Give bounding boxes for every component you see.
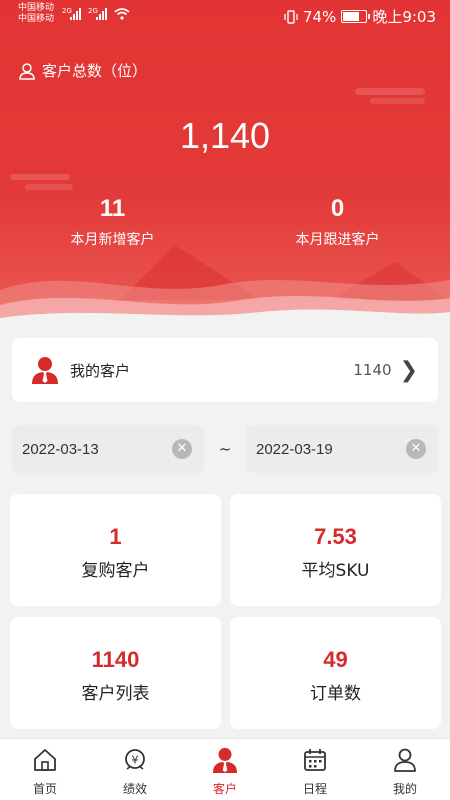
title-label: 客户总数（位）	[42, 62, 148, 80]
performance-icon: ¥	[125, 749, 145, 770]
stat-label: 本月新增客户	[70, 232, 155, 248]
tile-repeat-customers[interactable]: 1 复购客户	[10, 494, 221, 606]
clear-start-date-icon[interactable]: ✕	[172, 439, 192, 459]
customer-avatar-icon	[32, 357, 58, 384]
start-date-value: 2022-03-13	[22, 440, 99, 458]
customer-icon	[212, 747, 238, 773]
tab-profile[interactable]: 我的	[360, 739, 450, 800]
tab-schedule[interactable]: 日程	[270, 739, 360, 800]
calendar-icon	[304, 749, 326, 771]
clock: 晚上9:03	[372, 8, 436, 26]
tab-label: 绩效	[122, 782, 147, 796]
tile-label: 复购客户	[81, 561, 150, 581]
user-outline-icon	[19, 62, 35, 80]
tile-average-sku[interactable]: 7.53 平均SKU	[230, 494, 441, 606]
tab-label: 日程	[302, 782, 327, 796]
signal-icon	[70, 8, 81, 20]
tile-value: 49	[323, 647, 348, 672]
stat-new-customers: 11 本月新增客户	[0, 195, 225, 249]
tile-label: 平均SKU	[301, 561, 370, 581]
tile-value: 7.53	[314, 524, 357, 549]
start-date-field[interactable]: 2022-03-13 ✕	[12, 425, 204, 473]
bottom-tab-bar: 首页 ¥ 绩效 客户 日程 我的	[0, 738, 450, 800]
wifi-icon	[114, 8, 130, 20]
vibrate-icon	[284, 9, 298, 24]
stat-label: 本月跟进客户	[295, 232, 380, 248]
stat-value: 11	[99, 195, 126, 222]
customer-total-title: 客户总数（位）	[18, 60, 147, 81]
stat-followed-customers: 0 本月跟进客户	[225, 195, 450, 249]
status-bar: 中国移动 中国移动 2G 2G 74% 晚上9:03	[0, 0, 450, 32]
home-icon	[34, 749, 56, 771]
end-date-field[interactable]: 2022-03-19 ✕	[246, 425, 438, 473]
my-customers-row[interactable]: 我的客户 1140 ❯	[12, 338, 438, 402]
banner-decoration	[0, 88, 450, 325]
battery-icon	[341, 10, 371, 23]
tile-value: 1140	[91, 647, 140, 672]
tile-value: 1	[109, 524, 122, 549]
clear-end-date-icon[interactable]: ✕	[406, 439, 426, 459]
carrier-2: 中国移动	[18, 14, 55, 24]
date-separator: ~	[218, 440, 232, 458]
tab-performance[interactable]: ¥ 绩效	[90, 739, 180, 800]
tab-home[interactable]: 首页	[0, 739, 90, 800]
battery-percent: 74%	[302, 7, 337, 26]
signal-icon	[96, 8, 107, 20]
customer-total-value: 1,140	[179, 115, 271, 156]
svg-text:¥: ¥	[132, 754, 139, 767]
tile-label: 客户列表	[81, 684, 150, 704]
end-date-value: 2022-03-19	[256, 440, 333, 458]
date-range-filter: 2022-03-13 ✕ ~ 2022-03-19 ✕	[12, 425, 438, 473]
stat-value: 0	[330, 195, 345, 222]
my-customers-label: 我的客户	[70, 361, 131, 380]
my-customers-count: 1140	[353, 361, 392, 379]
tab-label: 我的	[392, 782, 417, 796]
carrier-info: 中国移动 中国移动	[18, 3, 54, 25]
carrier-1: 中国移动	[18, 3, 55, 13]
tab-label: 首页	[32, 782, 57, 796]
tab-customer[interactable]: 客户	[180, 739, 270, 800]
tile-label: 订单数	[310, 684, 361, 704]
tile-order-count[interactable]: 49 订单数	[230, 617, 441, 729]
profile-icon	[394, 748, 416, 772]
tab-label: 客户	[212, 782, 237, 796]
tile-customer-list[interactable]: 1140 客户列表	[10, 617, 221, 729]
header-banner	[0, 0, 450, 325]
chevron-right-icon: ❯	[399, 357, 418, 383]
